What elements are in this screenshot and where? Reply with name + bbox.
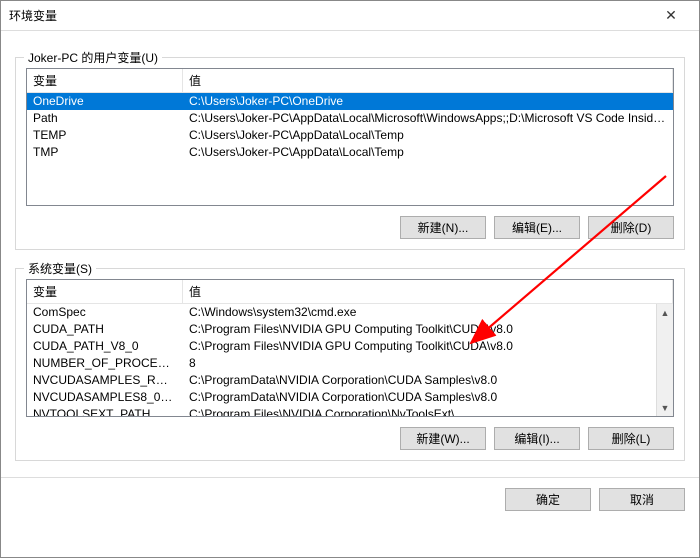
cell-var: CUDA_PATH <box>27 321 183 338</box>
column-header-variable[interactable]: 变量 <box>27 69 183 92</box>
cell-var: NVCUDASAMPLES_ROOT <box>27 372 183 389</box>
cell-val: C:\Windows\system32\cmd.exe <box>183 304 673 321</box>
dialog-content: Joker-PC 的用户变量(U) 变量 值 OneDrive C:\Users… <box>1 31 699 473</box>
table-row[interactable]: ComSpec C:\Windows\system32\cmd.exe <box>27 304 673 321</box>
scroll-down-icon[interactable]: ▼ <box>657 399 674 416</box>
cell-var: CUDA_PATH_V8_0 <box>27 338 183 355</box>
cell-var: NVCUDASAMPLES8_0_ROOT <box>27 389 183 406</box>
cell-var: NVTOOLSEXT_PATH <box>27 406 183 416</box>
user-variables-group: Joker-PC 的用户变量(U) 变量 值 OneDrive C:\Users… <box>15 57 685 250</box>
table-row[interactable]: NVCUDASAMPLES8_0_ROOT C:\ProgramData\NVI… <box>27 389 673 406</box>
cell-val: 8 <box>183 355 673 372</box>
cancel-button[interactable]: 取消 <box>599 488 685 511</box>
table-row[interactable]: TMP C:\Users\Joker-PC\AppData\Local\Temp <box>27 144 673 161</box>
titlebar: 环境变量 ✕ <box>1 1 699 31</box>
cell-var: TMP <box>27 144 183 161</box>
new-sys-var-button[interactable]: 新建(W)... <box>400 427 486 450</box>
system-variables-label: 系统变量(S) <box>24 260 96 277</box>
system-variables-buttons: 新建(W)... 编辑(I)... 删除(L) <box>26 427 674 450</box>
table-row[interactable]: NVCUDASAMPLES_ROOT C:\ProgramData\NVIDIA… <box>27 372 673 389</box>
column-header-value[interactable]: 值 <box>183 69 673 92</box>
close-button[interactable]: ✕ <box>651 2 691 30</box>
user-variables-rows: OneDrive C:\Users\Joker-PC\OneDrive Path… <box>27 93 673 205</box>
edit-user-var-button[interactable]: 编辑(E)... <box>494 216 580 239</box>
cell-var: Path <box>27 110 183 127</box>
edit-sys-var-button[interactable]: 编辑(I)... <box>494 427 580 450</box>
column-header-value[interactable]: 值 <box>183 280 673 303</box>
close-icon: ✕ <box>665 7 677 24</box>
table-row[interactable]: Path C:\Users\Joker-PC\AppData\Local\Mic… <box>27 110 673 127</box>
user-variables-table[interactable]: 变量 值 OneDrive C:\Users\Joker-PC\OneDrive… <box>26 68 674 206</box>
cell-val: C:\Program Files\NVIDIA GPU Computing To… <box>183 338 673 355</box>
table-row[interactable]: CUDA_PATH C:\Program Files\NVIDIA GPU Co… <box>27 321 673 338</box>
new-user-var-button[interactable]: 新建(N)... <box>400 216 486 239</box>
user-variables-buttons: 新建(N)... 编辑(E)... 删除(D) <box>26 216 674 239</box>
user-variables-label: Joker-PC 的用户变量(U) <box>24 49 162 66</box>
table-row[interactable]: NVTOOLSEXT_PATH C:\Program Files\NVIDIA … <box>27 406 673 416</box>
system-variables-table[interactable]: 变量 值 ComSpec C:\Windows\system32\cmd.exe… <box>26 279 674 417</box>
system-variables-rows: ComSpec C:\Windows\system32\cmd.exe CUDA… <box>27 304 673 416</box>
table-header: 变量 值 <box>27 280 673 304</box>
cell-val: C:\ProgramData\NVIDIA Corporation\CUDA S… <box>183 372 673 389</box>
cell-val: C:\Users\Joker-PC\AppData\Local\Microsof… <box>183 110 673 127</box>
cell-var: ComSpec <box>27 304 183 321</box>
system-variables-group: 系统变量(S) 变量 值 ComSpec C:\Windows\system32… <box>15 268 685 461</box>
window-title: 环境变量 <box>9 7 651 24</box>
column-header-variable[interactable]: 变量 <box>27 280 183 303</box>
ok-button[interactable]: 确定 <box>505 488 591 511</box>
table-row[interactable]: NUMBER_OF_PROCESSORS 8 <box>27 355 673 372</box>
cell-val: C:\Program Files\NVIDIA GPU Computing To… <box>183 321 673 338</box>
cell-val: C:\Users\Joker-PC\OneDrive <box>183 93 673 110</box>
delete-user-var-button[interactable]: 删除(D) <box>588 216 674 239</box>
cell-val: C:\Program Files\NVIDIA Corporation\NvTo… <box>183 406 673 416</box>
cell-var: OneDrive <box>27 93 183 110</box>
table-row[interactable]: CUDA_PATH_V8_0 C:\Program Files\NVIDIA G… <box>27 338 673 355</box>
cell-var: TEMP <box>27 127 183 144</box>
table-row[interactable]: TEMP C:\Users\Joker-PC\AppData\Local\Tem… <box>27 127 673 144</box>
cell-val: C:\Users\Joker-PC\AppData\Local\Temp <box>183 144 673 161</box>
scroll-up-icon[interactable]: ▲ <box>657 304 674 321</box>
dialog-buttons: 确定 取消 <box>1 477 699 511</box>
cell-val: C:\Users\Joker-PC\AppData\Local\Temp <box>183 127 673 144</box>
cell-val: C:\ProgramData\NVIDIA Corporation\CUDA S… <box>183 389 673 406</box>
vertical-scrollbar[interactable]: ▲ ▼ <box>656 304 673 416</box>
table-header: 变量 值 <box>27 69 673 93</box>
table-row[interactable]: OneDrive C:\Users\Joker-PC\OneDrive <box>27 93 673 110</box>
cell-var: NUMBER_OF_PROCESSORS <box>27 355 183 372</box>
delete-sys-var-button[interactable]: 删除(L) <box>588 427 674 450</box>
